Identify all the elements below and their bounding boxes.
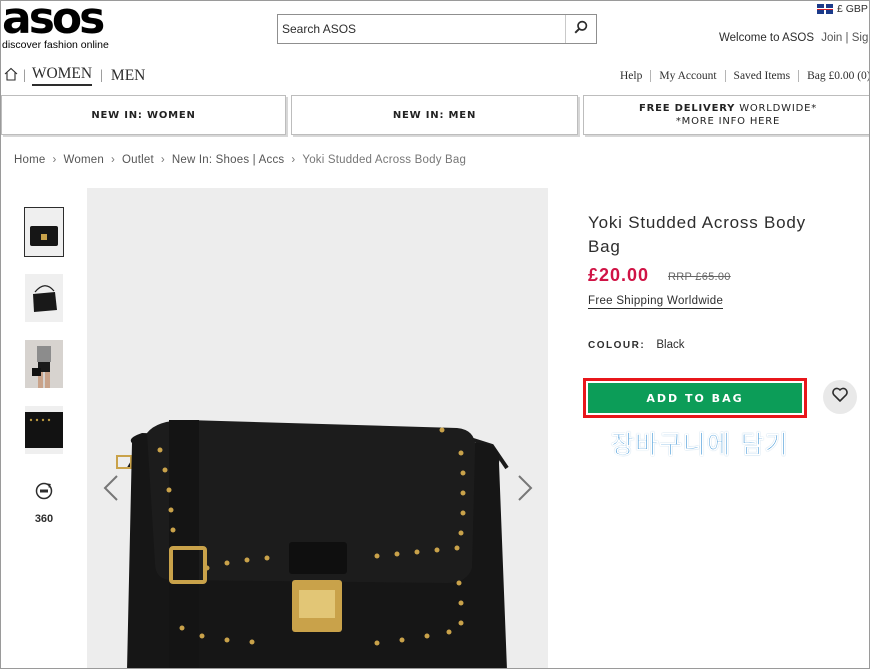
home-icon[interactable] <box>4 67 18 86</box>
browser-viewport: asos discover fashion online £ GBP ▾ Wel… <box>0 0 870 669</box>
heart-icon <box>832 387 848 407</box>
nav-men[interactable]: MEN <box>111 67 145 85</box>
breadcrumb-separator: › <box>160 154 165 166</box>
chevron-right-icon[interactable] <box>515 473 535 508</box>
add-to-bag-highlight: ADD TO BAG <box>583 378 807 418</box>
promo-more-info: *MORE INFO HERE <box>675 116 781 127</box>
breadcrumb-separator: › <box>52 154 57 166</box>
product-rrp: RRP £65.00 <box>668 271 731 283</box>
chevron-left-icon[interactable] <box>101 473 121 508</box>
thumbnail-bag-side[interactable] <box>25 274 63 322</box>
breadcrumb-home[interactable]: Home <box>14 154 45 166</box>
promo-delivery-light: WORLDWIDE* <box>735 103 818 114</box>
product-title: Yoki Studded Across Body Bag <box>588 213 806 256</box>
view-360-button[interactable] <box>25 481 63 506</box>
promo-label: NEW IN: WOMEN <box>91 109 196 121</box>
product-price: £20.00 <box>588 265 650 285</box>
colour-value: Black <box>656 339 685 351</box>
promo-delivery-text: FREE DELIVERY WORLDWIDE* *MORE INFO HERE <box>639 102 817 128</box>
promo-delivery-bold: FREE DELIVERY <box>638 103 736 114</box>
asos-logo[interactable]: asos discover fashion online <box>2 0 112 51</box>
utility-nav: Help My Account Saved Items Bag £0.00 (0… <box>620 70 869 82</box>
saved-items-link[interactable]: Saved Items <box>724 70 799 82</box>
nav-divider: | <box>23 67 26 83</box>
currency-selector[interactable]: £ GBP ▾ <box>817 3 869 15</box>
my-account-link[interactable]: My Account <box>650 70 724 82</box>
breadcrumb-separator: › <box>291 154 296 166</box>
sign-in-link[interactable]: Sign In <box>852 32 869 44</box>
rotate-360-icon <box>34 482 54 505</box>
breadcrumb: Home › Women › Outlet › New In: Shoes | … <box>14 154 466 166</box>
product-main-image[interactable] <box>87 188 548 668</box>
breadcrumb-new-in-shoes-accs[interactable]: New In: Shoes | Accs <box>172 154 284 166</box>
thumbnail-bag-detail[interactable] <box>25 406 63 454</box>
colour-label: COLOUR: <box>588 340 646 351</box>
logo-tagline: discover fashion online <box>2 39 109 51</box>
search-icon <box>574 20 588 39</box>
welcome-text: Welcome to ASOS <box>719 32 815 44</box>
promo-free-delivery[interactable]: FREE DELIVERY WORLDWIDE* *MORE INFO HERE <box>583 95 869 135</box>
search-input[interactable] <box>278 15 564 43</box>
free-shipping-link[interactable]: Free Shipping Worldwide <box>588 294 724 309</box>
category-nav: | WOMEN | MEN <box>23 65 145 86</box>
thumbnail-bag-front[interactable] <box>24 207 64 257</box>
add-to-bag-button[interactable]: ADD TO BAG <box>588 383 802 413</box>
nav-divider: | <box>100 67 103 83</box>
product-colour: COLOUR: Black <box>588 339 685 351</box>
promo-new-in-women[interactable]: NEW IN: WOMEN <box>1 95 286 135</box>
view-360-label: 360 <box>34 513 54 525</box>
account-divider: | <box>845 32 849 44</box>
promo-new-in-men[interactable]: NEW IN: MEN <box>291 95 578 135</box>
help-link[interactable]: Help <box>620 70 650 82</box>
thumbnail-model[interactable] <box>25 340 63 388</box>
breadcrumb-separator: › <box>110 154 115 166</box>
save-for-later-button[interactable] <box>823 380 857 414</box>
join-link[interactable]: Join <box>821 32 842 44</box>
promo-label: NEW IN: MEN <box>392 109 477 121</box>
breadcrumb-women[interactable]: Women <box>64 154 104 166</box>
nav-women[interactable]: WOMEN <box>31 65 93 86</box>
logo-wordmark: asos <box>2 0 105 44</box>
account-welcome: Welcome to ASOS Join | Sign In <box>719 32 869 44</box>
bag-link[interactable]: Bag £0.00 (0) <box>798 70 869 82</box>
annotation-label: 장바구니에 담기 <box>611 430 789 460</box>
search-box <box>277 14 597 44</box>
search-button[interactable] <box>565 15 596 43</box>
breadcrumb-outlet[interactable]: Outlet <box>122 154 154 166</box>
uk-flag-icon <box>817 4 833 14</box>
currency-label: £ GBP ▾ <box>837 3 869 15</box>
breadcrumb-current: Yoki Studded Across Body Bag <box>302 154 467 166</box>
